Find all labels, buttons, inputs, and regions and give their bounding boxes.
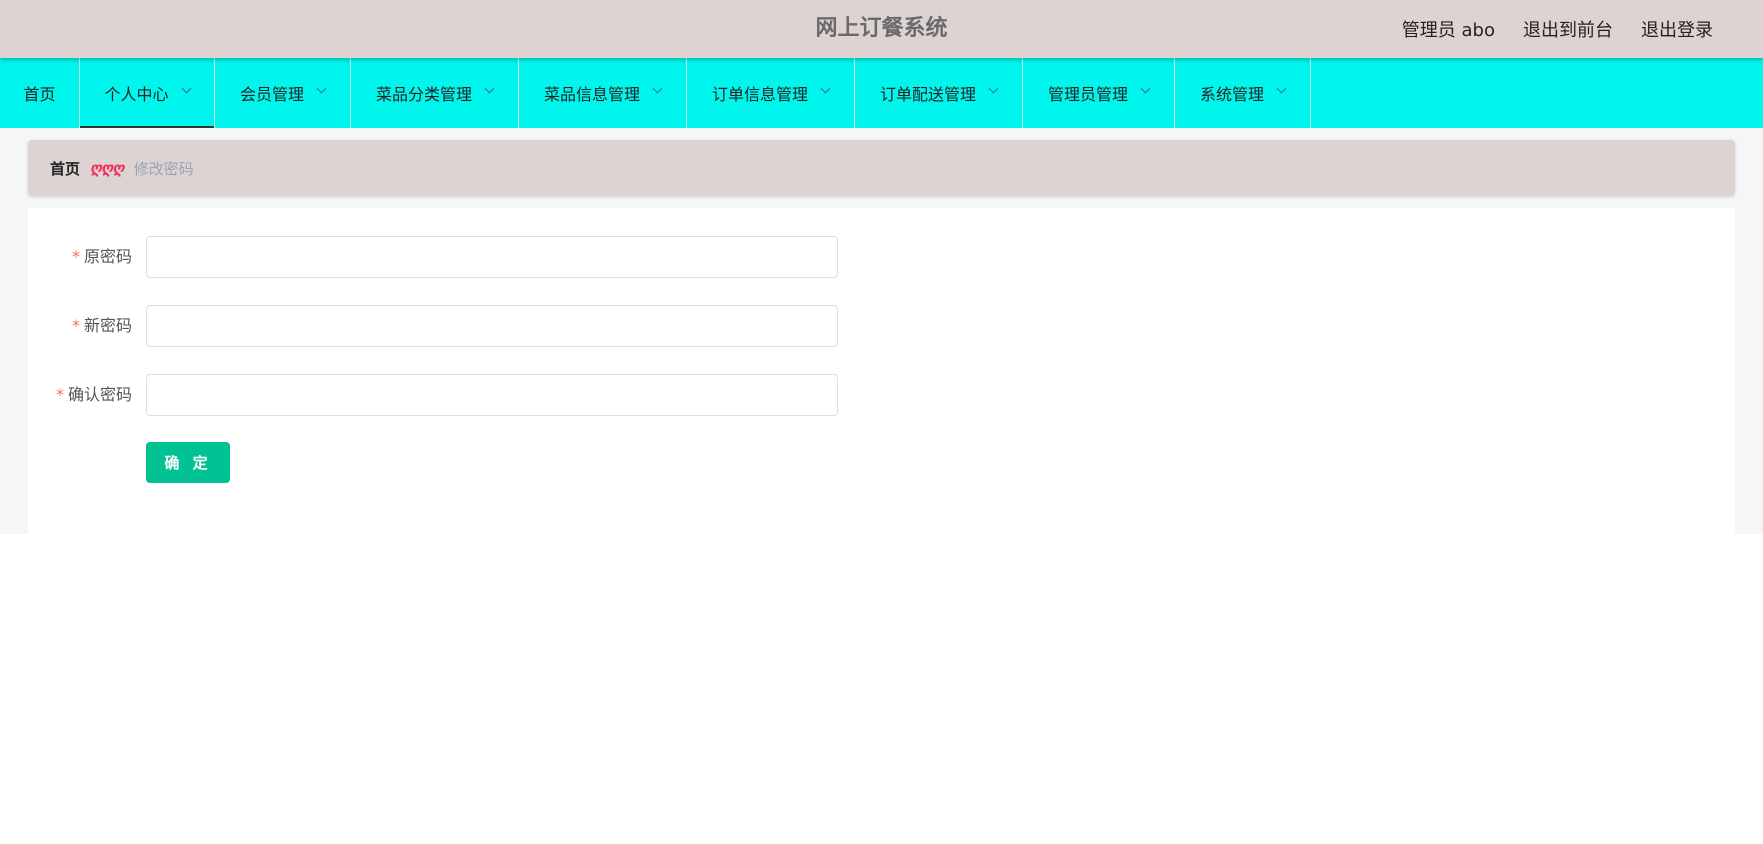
nav-item-member-management[interactable]: 会员管理 [215, 58, 351, 128]
header-links: 管理员 abo 退出到前台 退出登录 [1402, 0, 1713, 58]
nav-item-order-delivery-management[interactable]: 订单配送管理 [855, 58, 1023, 128]
confirm-password-input[interactable] [146, 374, 838, 416]
nav-item-label: 订单配送管理 [879, 85, 976, 104]
new-password-input[interactable] [146, 305, 838, 347]
old-password-label: * 原密码 [28, 236, 132, 278]
nav-item-personal-center[interactable]: 个人中心 [80, 58, 215, 128]
nav-item-label: 菜品分类管理 [375, 85, 472, 104]
exit-to-front-link[interactable]: 退出到前台 [1523, 16, 1613, 42]
chevron-down-icon [1276, 83, 1287, 93]
new-password-row: * 新密码 [28, 305, 928, 347]
required-mark: * [55, 385, 64, 404]
nav-item-order-info-management[interactable]: 订单信息管理 [687, 58, 855, 128]
new-password-label: * 新密码 [28, 305, 132, 347]
change-password-form: * 原密码 * 新密码 * 确认密码 确 定 [28, 208, 1735, 534]
nav-item-dish-info-management[interactable]: 菜品信息管理 [519, 58, 687, 128]
old-password-label-text: 原密码 [83, 247, 132, 266]
nav-item-system-management[interactable]: 系统管理 [1175, 58, 1311, 128]
nav-item-dish-category-management[interactable]: 菜品分类管理 [351, 58, 519, 128]
nav-item-label: 订单信息管理 [711, 85, 808, 104]
breadcrumb-current: 修改密码 [133, 159, 194, 178]
breadcrumb-separator: ღღღ [90, 159, 125, 177]
chevron-down-icon [316, 83, 327, 93]
nav-item-label: 菜品信息管理 [543, 85, 640, 104]
chevron-down-icon [988, 83, 999, 93]
submit-button[interactable]: 确 定 [146, 442, 230, 483]
required-mark: * [71, 316, 80, 335]
logout-link[interactable]: 退出登录 [1641, 16, 1713, 42]
confirm-password-label: * 确认密码 [28, 374, 132, 416]
nav-item-label: 会员管理 [239, 85, 304, 104]
chevron-down-icon [820, 83, 831, 93]
nav-item-label: 系统管理 [1199, 85, 1264, 104]
old-password-row: * 原密码 [28, 236, 928, 278]
chevron-down-icon [484, 83, 495, 93]
chevron-down-icon [652, 83, 663, 93]
old-password-input[interactable] [146, 236, 838, 278]
main-nav: 首页 个人中心 会员管理 菜品分类管理 菜品信息管理 订单信息管理 订单配送管理… [0, 58, 1763, 128]
nav-item-label: 个人中心 [104, 85, 169, 104]
chevron-down-icon [1140, 83, 1151, 93]
admin-user-label[interactable]: 管理员 abo [1402, 16, 1495, 42]
new-password-label-text: 新密码 [83, 316, 132, 335]
nav-item-label: 首页 [23, 85, 56, 104]
confirm-password-label-text: 确认密码 [67, 385, 132, 404]
nav-item-label: 管理员管理 [1047, 85, 1128, 104]
breadcrumb: 首页 ღღღ 修改密码 [28, 140, 1735, 196]
top-header: 网上订餐系统 管理员 abo 退出到前台 退出登录 [0, 0, 1763, 58]
breadcrumb-home[interactable]: 首页 [50, 158, 80, 179]
nav-item-admin-management[interactable]: 管理员管理 [1023, 58, 1175, 128]
required-mark: * [71, 247, 80, 266]
chevron-down-icon [181, 83, 191, 93]
confirm-password-row: * 确认密码 [28, 374, 928, 416]
nav-item-home[interactable]: 首页 [0, 58, 80, 128]
